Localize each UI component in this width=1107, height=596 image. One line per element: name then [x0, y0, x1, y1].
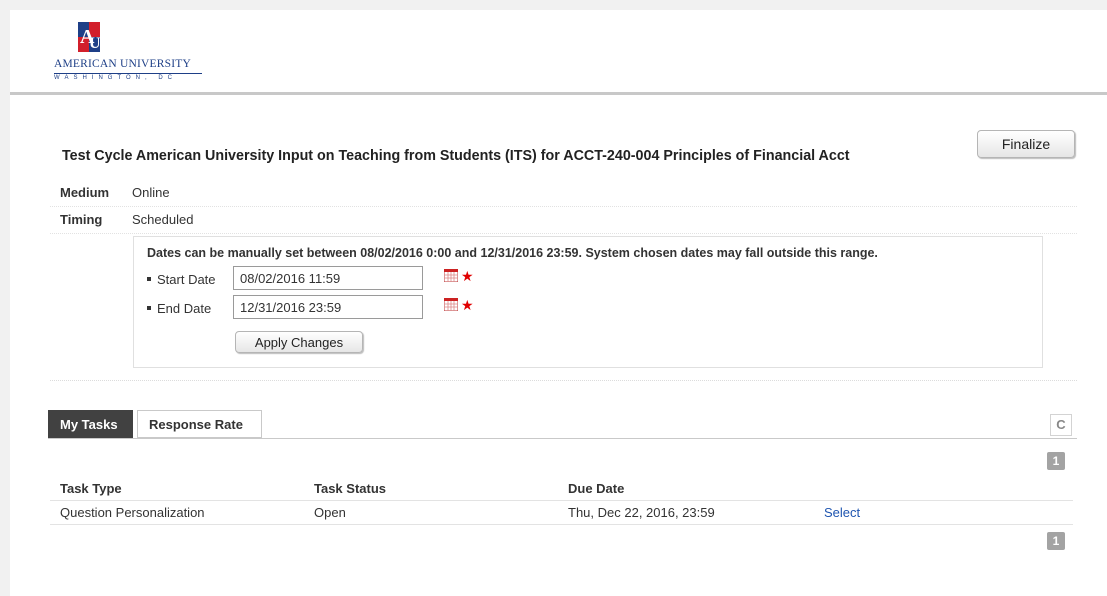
date-range-note: Dates can be manually set between 08/02/… [147, 246, 878, 260]
table-row: Question Personalization Open Thu, Dec 2… [50, 501, 1073, 525]
medium-row: Medium Online [50, 180, 1077, 207]
column-header-task-status: Task Status [314, 481, 387, 496]
header: A U AMERICAN UNIVERSITY WASHINGTON, DC [10, 10, 1107, 95]
medium-label: Medium [60, 185, 110, 200]
select-task-link[interactable]: Select [824, 505, 860, 520]
bullet-icon [147, 277, 151, 281]
start-date-input[interactable] [233, 266, 423, 290]
refresh-icon[interactable]: C [1050, 414, 1072, 436]
calendar-icon[interactable] [444, 298, 458, 311]
section-divider [50, 380, 1077, 381]
svg-text:U: U [89, 35, 100, 52]
bullet-icon [147, 306, 151, 310]
task-status-cell: Open [314, 505, 346, 520]
tab-my-tasks[interactable]: My Tasks [48, 410, 133, 438]
brand-rule [54, 73, 202, 74]
pager-bottom-page-1[interactable]: 1 [1047, 532, 1065, 550]
column-header-due-date: Due Date [568, 481, 625, 496]
due-date-cell: Thu, Dec 22, 2016, 23:59 [568, 505, 715, 520]
finalize-button[interactable]: Finalize [977, 130, 1075, 158]
brand-city: WASHINGTON, DC [54, 75, 178, 81]
required-star-icon: ★ [461, 268, 474, 284]
start-date-label: Start Date [157, 272, 216, 287]
tab-underline [48, 438, 1077, 439]
university-logo[interactable]: A U AMERICAN UNIVERSITY WASHINGTON, DC [50, 18, 210, 82]
timing-label: Timing [60, 212, 103, 227]
task-type-cell: Question Personalization [60, 505, 205, 520]
column-header-task-type: Task Type [60, 481, 122, 496]
date-settings-panel: Dates can be manually set between 08/02/… [133, 236, 1043, 368]
end-date-input[interactable] [233, 295, 423, 319]
page-frame: A U AMERICAN UNIVERSITY WASHINGTON, DC T… [10, 10, 1107, 596]
medium-value: Online [132, 185, 170, 200]
calendar-icon[interactable] [444, 269, 458, 282]
start-date-line: Start Date ★ [147, 266, 507, 292]
brand-name: AMERICAN UNIVERSITY [54, 58, 192, 70]
pager-top-page-1[interactable]: 1 [1047, 452, 1065, 470]
required-star-icon: ★ [461, 297, 474, 313]
timing-value: Scheduled [132, 212, 194, 227]
tasks-table-header: Task Type Task Status Due Date [50, 478, 1073, 501]
page-title: Test Cycle American University Input on … [62, 148, 850, 164]
tab-response-rate[interactable]: Response Rate [137, 410, 262, 438]
timing-row: Timing Scheduled [50, 207, 1077, 234]
end-date-label: End Date [157, 301, 212, 316]
apply-changes-button[interactable]: Apply Changes [235, 331, 363, 353]
au-logo-icon: A U [78, 22, 100, 52]
end-date-line: End Date ★ [147, 295, 507, 321]
